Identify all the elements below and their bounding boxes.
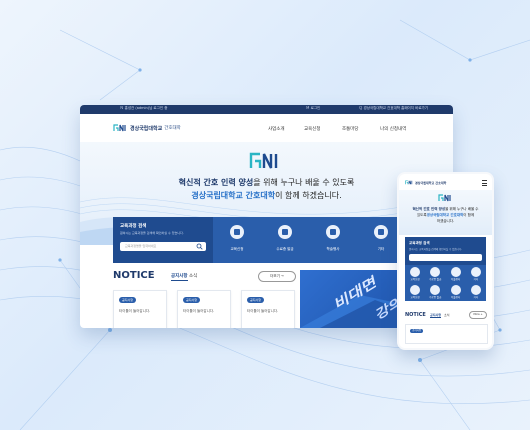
hero-emphasis-1: 혁신적 간호 인력 양성 <box>178 178 254 187</box>
search-title: 교육과정 검색 <box>120 224 147 229</box>
logo-name: 경상국립대학교 <box>130 125 163 132</box>
mobile-notice-badge: 공지사항 <box>410 329 424 333</box>
search-placeholder: 교육과정명을 입력하세요 <box>125 244 157 248</box>
tab-news[interactable]: 소식 <box>189 273 197 279</box>
mobile-quick-label: 학술행사 <box>450 296 461 299</box>
mobile-hero-text-1: 을 위해 누구나 배울 수 <box>445 207 479 211</box>
etc-icon <box>470 267 481 277</box>
apply-icon <box>230 225 244 239</box>
apply-icon <box>410 285 420 295</box>
mobile-tab-notice[interactable]: 공지사항 <box>430 313 442 318</box>
mobile-tab-news[interactable]: 소식 <box>444 313 450 317</box>
notice-title: NOTICE <box>113 270 155 281</box>
hero-text-1: 을 위해 누구나 배울 수 있도록 <box>253 178 355 187</box>
hamburger-menu-icon[interactable] <box>482 180 487 186</box>
mobile-hero-line-2: 있도록경상국립대학교 간호대학이 함께 <box>399 213 492 218</box>
mobile-quick-item[interactable]: 수료증 발급 <box>425 283 445 300</box>
site-header: 경상국립대학교 간호대학 사업소개 교육신청 조통마당 나의 신청내역 <box>80 114 453 143</box>
notice-card[interactable]: 공지사항 타이틀이 들어갑니다. <box>241 290 295 328</box>
mobile-hero-line-3: 하겠습니다. <box>436 219 455 223</box>
mobile-quick-label: 수료증 발급 <box>429 296 442 299</box>
mobile-quick-item[interactable]: 교육신청 <box>405 265 425 282</box>
user-status: Ｎ 홍성건 (admin)님 로그인 중 <box>120 106 168 110</box>
certificate-icon <box>430 285 441 295</box>
certificate-icon <box>278 225 292 239</box>
nav-item-about[interactable]: 사업소개 <box>268 126 285 132</box>
logo-sub: 간호대학 <box>164 126 181 131</box>
mobile-quick-label: 교육신청 <box>410 278 420 281</box>
notice-badge: 공지사항 <box>183 297 201 303</box>
more-button[interactable]: 더보기 → <box>258 271 296 282</box>
tab-notice[interactable]: 공지사항 <box>171 273 188 281</box>
mobile-hero-pre-2: 있도록 <box>416 213 427 217</box>
search-desc: 원하시는 교육과정을 검색해 확인하실 수 있습니다. <box>120 231 184 235</box>
notice-card-title: 타이틀이 들어갑니다. <box>247 309 279 313</box>
notice-badge: 공지사항 <box>119 297 137 303</box>
mobile-search-input[interactable] <box>409 254 482 261</box>
nav-item-board[interactable]: 조통마당 <box>342 126 359 132</box>
notice-badge: 공지사항 <box>247 297 265 303</box>
notice-card[interactable]: 공지사항 타이틀이 들어갑니다. <box>177 290 231 328</box>
mobile-hero-emphasis-1: 혁신적 간호 인력 양성 <box>412 207 446 211</box>
mobile-search-title: 교육과정 검색 <box>409 241 430 245</box>
mobile-quick-menu: 교육신청 수료증 발급 학술행사 기타 교육신청 수료증 발급 학술행사 기타 <box>405 265 486 301</box>
course-search-box: 교육과정 검색 원하시는 교육과정을 검색해 확인하실 수 있습니다. 교육과정… <box>113 217 213 263</box>
quick-item-apply[interactable]: 교육신청 <box>213 217 261 263</box>
gnu-logo-icon <box>405 180 413 185</box>
mobile-hero-line-1: 혁신적 간호 인력 양성을 위해 누구나 배울 수 <box>399 207 492 212</box>
mobile-more-button[interactable]: More + <box>469 311 487 319</box>
quick-label: 수료증 발급 <box>276 247 294 251</box>
homepage-link[interactable]: Ｑ 경상국립대학교 간호대학 홈페이지 바로가기 <box>359 106 428 111</box>
mobile-quick-label: 교육신청 <box>410 296 420 299</box>
gnu-logo-icon <box>113 124 126 132</box>
top-utility-bar: Ｎ 홍성건 (admin)님 로그인 중 Ｍ 로그인 Ｑ 경상국립대학교 간호대… <box>80 105 453 114</box>
event-icon <box>450 285 461 295</box>
mobile-hero-emphasis-2: 경상국립대학교 간호대학 <box>426 213 464 217</box>
mobile-quick-label: 기타 <box>473 278 479 281</box>
nav-item-apply[interactable]: 교육신청 <box>304 126 321 132</box>
etc-icon <box>374 225 388 239</box>
mobile-quick-item[interactable]: 교육신청 <box>405 283 425 300</box>
search-input[interactable]: 교육과정명을 입력하세요 <box>120 242 206 251</box>
mobile-logo-name: 경상국립대학교 간호대학 <box>415 180 447 185</box>
login-link[interactable]: Ｍ 로그인 <box>306 106 320 111</box>
mobile-hero: 혁신적 간호 인력 양성을 위해 누구나 배울 수 있도록경상국립대학교 간호대… <box>399 190 492 235</box>
event-icon <box>450 267 461 277</box>
quick-label: 학술행사 <box>326 247 340 251</box>
mobile-quick-item[interactable]: 학술행사 <box>446 265 466 282</box>
notice-card[interactable]: 공지사항 타이틀이 들어갑니다. <box>113 290 167 328</box>
mobile-search-desc: 원하시는 교육과정을 검색해 확인하실 수 있습니다. <box>409 248 463 251</box>
apply-icon <box>410 267 420 277</box>
nav-item-my-applications[interactable]: 나의 신청내역 <box>380 126 406 132</box>
mobile-quick-label: 기타 <box>473 296 479 299</box>
notice-card-title: 타이틀이 들어갑니다. <box>119 309 151 313</box>
event-icon <box>326 225 340 239</box>
mobile-quick-label: 학술행사 <box>450 278 461 281</box>
mobile-quick-item[interactable]: 기타 <box>466 283 486 300</box>
hero-emphasis-2: 경상국립대학교 간호대학 <box>191 191 276 200</box>
mobile-quick-item[interactable]: 수료증 발급 <box>425 265 445 282</box>
mobile-notice-title: NOTICE <box>405 312 426 318</box>
mobile-quick-item[interactable]: 기타 <box>466 265 486 282</box>
mobile-notice-card[interactable]: 공지사항 <box>405 324 488 344</box>
search-icon[interactable] <box>196 243 203 250</box>
certificate-icon <box>430 267 441 277</box>
site-logo[interactable]: 경상국립대학교 간호대학 <box>113 124 181 132</box>
notice-card-title: 타이틀이 들어갑니다. <box>183 309 215 313</box>
etc-icon <box>470 285 481 295</box>
quick-item-event[interactable]: 학술행사 <box>309 217 357 263</box>
mobile-mockup: 경상국립대학교 간호대학 혁신적 간호 인력 양성을 위해 누구나 배울 수 있… <box>397 172 494 350</box>
mobile-search-box: 교육과정 검색 원하시는 교육과정을 검색해 확인하실 수 있습니다. <box>405 237 486 265</box>
mobile-logo[interactable]: 경상국립대학교 간호대학 <box>405 180 446 185</box>
mobile-quick-item[interactable]: 학술행사 <box>446 283 466 300</box>
hero-gnu-logo-icon <box>249 152 278 169</box>
mobile-quick-label: 수료증 발급 <box>429 278 442 281</box>
mobile-hero-text-2: 이 함께 <box>463 213 475 217</box>
quick-item-certificate[interactable]: 수료증 발급 <box>261 217 309 263</box>
quick-label: 교육신청 <box>230 247 244 251</box>
hero-text-2: 이 함께 하겠습니다. <box>275 191 342 200</box>
mobile-hero-logo-icon <box>438 194 451 202</box>
